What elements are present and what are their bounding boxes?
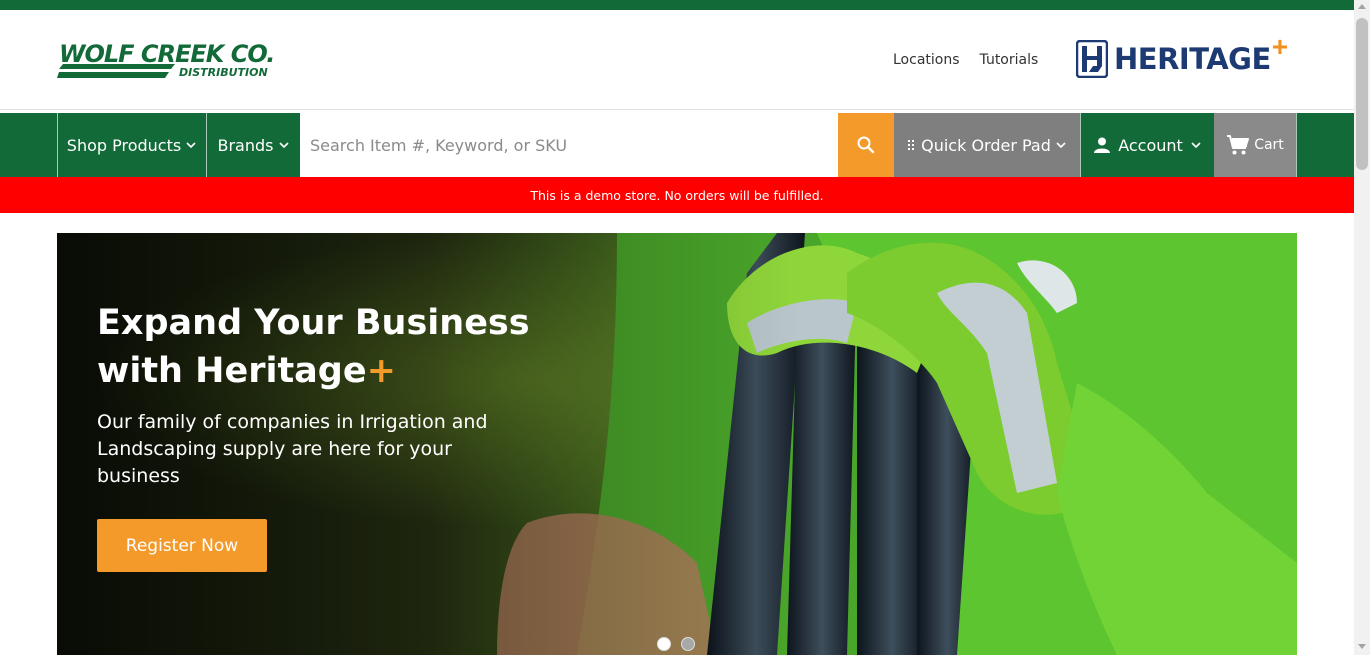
account-label: Account [1118, 135, 1183, 155]
quick-order-pad-label: Quick Order Pad [921, 135, 1051, 155]
brands-menu[interactable]: Brands [207, 113, 300, 177]
chevron-down-icon [1056, 142, 1066, 149]
heritage-wordmark: HERITAGE [1114, 41, 1271, 76]
svg-text:WOLF CREEK CO.: WOLF CREEK CO. [59, 40, 274, 68]
hero-title: Expand Your Business with Heritage+ [97, 299, 537, 395]
scroll-down-arrow-icon[interactable] [1358, 644, 1366, 649]
cart-label: Cart [1254, 137, 1284, 153]
grid-dots-icon [908, 140, 915, 150]
chevron-down-icon [278, 142, 289, 149]
demo-store-banner: This is a demo store. No orders will be … [0, 177, 1354, 213]
user-icon [1094, 137, 1111, 153]
search-icon [857, 136, 875, 154]
carousel-dots [657, 637, 695, 651]
tutorials-link[interactable]: Tutorials [980, 52, 1039, 68]
svg-text:DISTRIBUTION: DISTRIBUTION [179, 66, 268, 79]
scroll-up-arrow-icon[interactable] [1358, 4, 1366, 9]
shop-products-label: Shop Products [66, 135, 182, 155]
cart-button[interactable]: Cart [1214, 113, 1296, 177]
demo-store-text: This is a demo store. No orders will be … [530, 187, 824, 203]
hero-title-line1: Expand Your Business [97, 303, 530, 343]
main-navbar: Shop Products Brands Quick Order Pad Acc… [0, 113, 1354, 177]
hero-title-plus: + [366, 351, 396, 391]
heritage-mark-icon [1076, 40, 1108, 78]
register-now-button[interactable]: Register Now [97, 519, 267, 572]
heritage-logo[interactable]: HERITAGE + [1076, 33, 1291, 80]
chevron-down-icon [186, 142, 196, 149]
carousel-dot-1[interactable] [657, 637, 671, 651]
quick-order-pad-menu[interactable]: Quick Order Pad [894, 113, 1080, 177]
shop-products-menu[interactable]: Shop Products [58, 113, 206, 177]
nav-divider [1296, 113, 1297, 177]
wolf-creek-logo[interactable]: WOLF CREEK CO. DISTRIBUTION [57, 40, 302, 84]
cart-icon [1227, 135, 1250, 155]
search-button[interactable] [838, 113, 894, 177]
hero-subtitle: Our family of companies in Irrigation an… [97, 411, 488, 487]
brands-label: Brands [217, 135, 274, 155]
scroll-thumb[interactable] [1356, 18, 1368, 170]
hero-title-line2: with Heritage+ [97, 347, 537, 395]
page-scrollbar[interactable] [1354, 0, 1370, 655]
utility-links: Locations Tutorials [893, 52, 1038, 68]
heritage-plus: + [1271, 31, 1289, 62]
top-accent-strip [0, 0, 1354, 10]
hero-carousel: Expand Your Business with Heritage+ Our … [57, 233, 1297, 655]
site-header: WOLF CREEK CO. DISTRIBUTION Locations Tu… [0, 10, 1354, 110]
account-menu[interactable]: Account [1081, 113, 1214, 177]
locations-link[interactable]: Locations [893, 52, 960, 68]
search-input[interactable] [300, 113, 838, 177]
hero-title-heritage: with Heritage [97, 351, 367, 391]
chevron-down-icon [1191, 142, 1201, 149]
carousel-dot-2[interactable] [681, 637, 695, 651]
